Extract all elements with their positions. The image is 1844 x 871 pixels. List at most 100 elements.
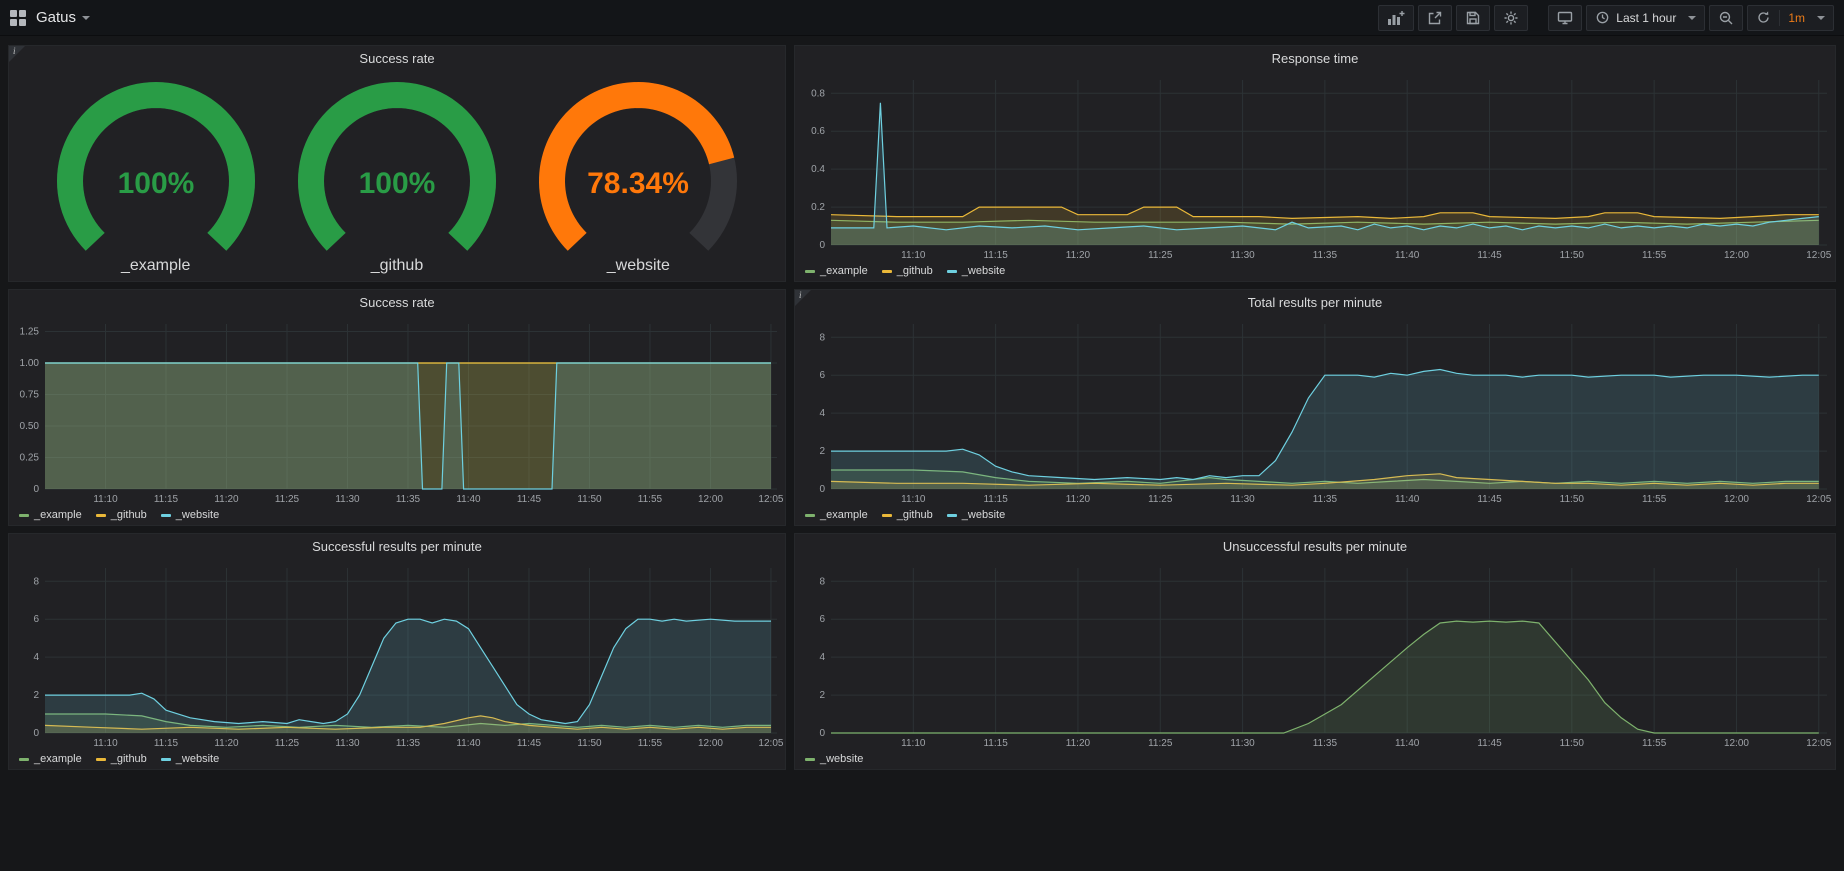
x-tick-label: 12:00: [698, 738, 723, 749]
zoom-out-button[interactable]: [1709, 5, 1743, 31]
y-tick-label: 6: [33, 614, 39, 625]
panel-title[interactable]: Success rate: [9, 46, 785, 72]
refresh-picker[interactable]: 1m: [1747, 5, 1834, 31]
x-tick-label: 11:30: [335, 494, 360, 505]
legend-swatch: [96, 758, 106, 761]
y-tick-label: 0: [33, 484, 39, 495]
legend-item-_example[interactable]: _example: [805, 509, 868, 521]
x-tick-label: 11:10: [901, 738, 926, 749]
x-tick-label: 11:45: [1477, 250, 1502, 261]
legend-swatch: [805, 758, 815, 761]
dashboard-title[interactable]: Gatus: [36, 9, 76, 26]
y-tick-label: 0: [819, 728, 825, 739]
x-tick-label: 11:30: [1230, 494, 1255, 505]
settings-button[interactable]: [1494, 5, 1528, 31]
dashboard-grid: i Success rate 100%_example100%_github78…: [0, 36, 1844, 786]
y-tick-label: 0.50: [20, 421, 40, 432]
legend-item-_website[interactable]: _website: [947, 509, 1005, 521]
legend-label: _github: [897, 509, 933, 521]
x-tick-label: 11:25: [1148, 738, 1173, 749]
x-tick-label: 11:15: [154, 738, 179, 749]
x-tick-label: 11:20: [214, 738, 239, 749]
refresh-interval-label: 1m: [1788, 11, 1805, 25]
chart-legend: _example _github _website: [795, 505, 1835, 525]
x-tick-label: 11:35: [1313, 494, 1338, 505]
y-tick-label: 1.00: [20, 358, 40, 369]
panel-info-icon[interactable]: i: [9, 46, 25, 62]
x-tick-label: 11:50: [1560, 250, 1585, 261]
legend-item-_github[interactable]: _github: [882, 265, 933, 277]
legend-item-_website[interactable]: _website: [161, 753, 219, 765]
legend-item-_github[interactable]: _github: [96, 753, 147, 765]
legend-swatch: [882, 270, 892, 273]
share-icon: [1427, 10, 1443, 26]
y-tick-label: 6: [819, 614, 825, 625]
x-tick-label: 11:10: [901, 250, 926, 261]
panel-success-rate-timeseries: Success rate 11:1011:1511:2011:2511:3011…: [8, 289, 786, 526]
share-button[interactable]: [1418, 5, 1452, 31]
y-tick-label: 8: [819, 576, 825, 587]
refresh-caret-down-icon: [1817, 16, 1825, 20]
x-tick-label: 11:30: [1230, 250, 1255, 261]
dashboards-grid-icon[interactable]: [10, 10, 26, 26]
y-tick-label: 0: [33, 728, 39, 739]
legend-label: _website: [176, 753, 219, 765]
timeseries-chart[interactable]: 11:1011:1511:2011:2511:3011:3511:4011:45…: [9, 316, 785, 505]
timeseries-chart[interactable]: 11:1011:1511:2011:2511:3011:3511:4011:45…: [795, 316, 1835, 505]
panel-unsuccessful-results: Unsuccessful results per minute 11:10 11:…: [794, 533, 1836, 770]
x-tick-label: 11:40: [1395, 738, 1420, 749]
x-tick-label: 12:05: [1806, 494, 1831, 505]
add-panel-button[interactable]: [1378, 5, 1414, 31]
time-range-picker[interactable]: Last 1 hour: [1586, 5, 1705, 31]
top-navbar: Gatus: [0, 0, 1844, 36]
legend-item-_website[interactable]: _website: [947, 265, 1005, 277]
legend-label: _github: [897, 265, 933, 277]
legend-item-_example[interactable]: _example: [19, 753, 82, 765]
chart-legend: _example _github _website: [9, 749, 785, 769]
chart-canvas: 11:1011:1511:2011:2511:3011:3511:4011:45…: [795, 560, 1835, 749]
x-tick-label: 12:00: [1724, 250, 1749, 261]
legend-item-_github[interactable]: _github: [882, 509, 933, 521]
legend-item-_example[interactable]: _example: [19, 509, 82, 521]
panel-title[interactable]: Unsuccessful results per minute: [795, 534, 1835, 560]
save-button[interactable]: [1456, 5, 1490, 31]
x-tick-label: 11:35: [1313, 738, 1338, 749]
legend-swatch: [805, 514, 815, 517]
timeseries-chart[interactable]: 11:1011:1511:2011:2511:3011:3511:4011:45…: [795, 72, 1835, 261]
x-tick-label: 11:25: [275, 738, 300, 749]
timeseries-chart[interactable]: 11:1011:1511:2011:2511:3011:3511:4011:45…: [795, 560, 1835, 749]
panel-title[interactable]: Response time: [795, 46, 1835, 72]
legend-item-_github[interactable]: _github: [96, 509, 147, 521]
legend-item-_example[interactable]: _example: [805, 265, 868, 277]
series-area-_website: [45, 619, 771, 733]
tv-monitor-icon: [1557, 10, 1573, 26]
gauge-series-label: _example: [121, 257, 190, 275]
x-tick-label: 11:40: [1395, 494, 1420, 505]
x-tick-label: 11:55: [1642, 250, 1667, 261]
panel-title[interactable]: Success rate: [9, 290, 785, 316]
panel-successful-results: Successful results per minute 11:10 11:15…: [8, 533, 786, 770]
legend-label: _example: [820, 509, 868, 521]
x-tick-label: 11:15: [983, 738, 1008, 749]
y-tick-label: 0.8: [811, 88, 825, 99]
cycle-view-button[interactable]: [1548, 5, 1582, 31]
y-tick-label: 0.6: [811, 126, 825, 137]
x-tick-label: 11:45: [517, 738, 542, 749]
x-tick-label: 12:05: [1806, 738, 1831, 749]
refresh-icon: [1756, 10, 1771, 25]
gauge-value: 100%: [359, 167, 436, 200]
x-tick-label: 11:10: [93, 738, 118, 749]
legend-label: _example: [34, 509, 82, 521]
x-tick-label: 11:30: [1230, 738, 1255, 749]
legend-item-_website[interactable]: _website: [805, 753, 863, 765]
panel-info-icon[interactable]: i: [795, 290, 811, 306]
timeseries-chart[interactable]: 11:1011:1511:2011:2511:3011:3511:4011:45…: [9, 560, 785, 749]
panel-title[interactable]: Total results per minute: [795, 290, 1835, 316]
legend-label: _example: [34, 753, 82, 765]
x-tick-label: 11:20: [214, 494, 239, 505]
y-tick-label: 8: [33, 576, 39, 587]
panel-title[interactable]: Successful results per minute: [9, 534, 785, 560]
dashboard-caret-down-icon[interactable]: [82, 16, 90, 20]
legend-item-_website[interactable]: _website: [161, 509, 219, 521]
x-tick-label: 12:05: [1806, 250, 1831, 261]
